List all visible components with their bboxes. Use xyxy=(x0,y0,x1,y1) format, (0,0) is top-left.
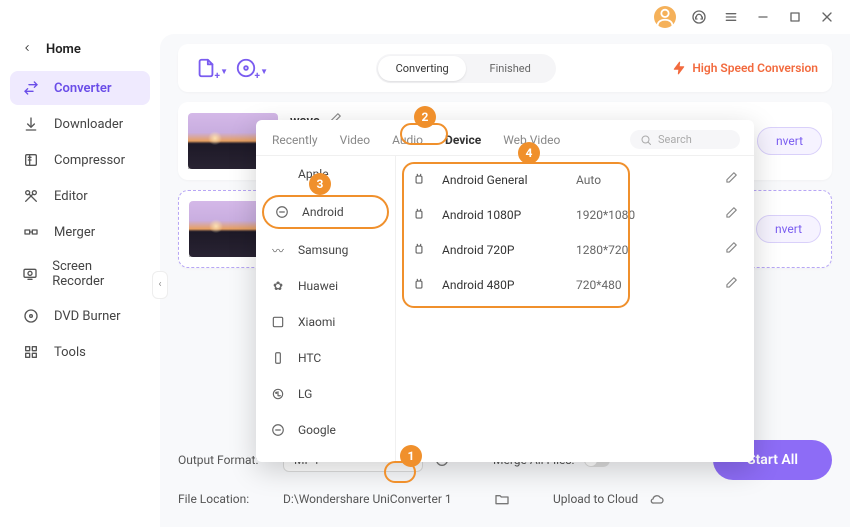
sidebar-item-label: Merger xyxy=(54,225,95,240)
step-3-badge: 3 xyxy=(309,173,331,195)
android-icon xyxy=(412,242,428,258)
back-label: Home xyxy=(46,42,81,57)
preset-row[interactable]: Android 720P 1280*720 xyxy=(400,232,750,267)
google-icon xyxy=(270,422,286,438)
editor-icon xyxy=(22,187,40,205)
android-icon xyxy=(412,207,428,223)
htc-icon xyxy=(270,350,286,366)
support-icon[interactable] xyxy=(690,8,708,26)
tools-icon xyxy=(22,343,40,361)
menu-icon[interactable] xyxy=(722,8,740,26)
search-placeholder: Search xyxy=(658,133,692,146)
tab-video[interactable]: Video xyxy=(338,131,373,149)
maximize-button[interactable] xyxy=(786,8,804,26)
recorder-icon xyxy=(22,265,38,283)
add-file-button[interactable]: +▼ xyxy=(192,54,220,82)
file-location-path[interactable] xyxy=(283,492,483,506)
lg-icon xyxy=(270,386,286,402)
file-location-label: File Location: xyxy=(178,492,273,506)
convert-button[interactable]: nvert xyxy=(756,215,821,243)
state-segmented: Converting Finished xyxy=(376,54,556,83)
sidebar-item-merger[interactable]: Merger xyxy=(10,215,150,249)
preset-row[interactable]: Android General Auto xyxy=(400,162,750,197)
dvd-icon xyxy=(22,307,40,325)
preset-row[interactable]: Android 480P 720*480 xyxy=(400,267,750,302)
add-disc-button[interactable]: +▼ xyxy=(232,54,260,82)
sidebar-item-downloader[interactable]: Downloader xyxy=(10,107,150,141)
sidebar-item-label: Compressor xyxy=(54,153,125,168)
seg-finished[interactable]: Finished xyxy=(466,56,554,81)
brand-lg[interactable]: LG xyxy=(256,376,395,412)
minimize-button[interactable] xyxy=(754,8,772,26)
merger-icon xyxy=(22,223,40,241)
sidebar-item-label: Downloader xyxy=(54,117,123,132)
step-1-badge: 1 xyxy=(400,445,422,467)
back-home[interactable]: Home xyxy=(10,34,150,65)
step-4-badge: 4 xyxy=(518,142,540,164)
compressor-icon xyxy=(22,151,40,169)
sidebar-item-label: DVD Burner xyxy=(54,309,121,324)
android-icon xyxy=(412,172,428,188)
chevron-left-icon xyxy=(22,42,32,57)
sidebar-item-tools[interactable]: Tools xyxy=(10,335,150,369)
sidebar-item-dvd-burner[interactable]: DVD Burner xyxy=(10,299,150,333)
sidebar-item-label: Tools xyxy=(54,345,86,360)
sidebar-item-converter[interactable]: Converter xyxy=(10,71,150,105)
sidebar-item-label: Editor xyxy=(54,189,88,204)
samsung-icon: 〰 xyxy=(270,242,286,258)
topbar: +▼ +▼ Converting Finished High Speed Con… xyxy=(178,44,832,92)
download-icon xyxy=(22,115,40,133)
close-button[interactable] xyxy=(818,8,836,26)
brand-samsung[interactable]: 〰Samsung xyxy=(256,232,395,268)
edit-preset-icon[interactable] xyxy=(724,206,738,223)
xiaomi-icon xyxy=(270,314,286,330)
converter-icon xyxy=(22,79,40,97)
high-speed-label: High Speed Conversion xyxy=(692,61,818,75)
tab-device[interactable]: Device xyxy=(443,131,483,149)
titlebar xyxy=(0,0,850,34)
android-icon xyxy=(274,204,290,220)
sidebar-item-label: Converter xyxy=(54,81,112,96)
tab-audio[interactable]: Audio xyxy=(390,131,425,149)
edit-preset-icon[interactable] xyxy=(724,241,738,258)
brand-android[interactable]: Android xyxy=(262,195,389,229)
format-search[interactable]: Search xyxy=(630,130,740,149)
sidebar-item-screen-recorder[interactable]: Screen Recorder xyxy=(10,251,150,297)
avatar[interactable] xyxy=(654,6,676,28)
sidebar-item-editor[interactable]: Editor xyxy=(10,179,150,213)
brand-list: Apple Android 〰Samsung ✿Huawei Xiaomi HT… xyxy=(256,156,396,462)
tab-recently[interactable]: Recently xyxy=(270,131,320,149)
apple-icon xyxy=(270,166,286,182)
format-tabs: Recently Video Audio Device Web Video Se… xyxy=(256,120,754,156)
upload-cloud-label: Upload to Cloud xyxy=(553,492,638,506)
huawei-icon: ✿ xyxy=(270,278,286,294)
preset-list: Android General Auto Android 1080P 1920*… xyxy=(396,156,754,462)
android-icon xyxy=(412,277,428,293)
folder-icon[interactable] xyxy=(493,490,511,508)
brand-huawei[interactable]: ✿Huawei xyxy=(256,268,395,304)
cloud-icon[interactable] xyxy=(648,490,666,508)
high-speed-conversion[interactable]: High Speed Conversion xyxy=(672,61,818,75)
format-panel: Recently Video Audio Device Web Video Se… xyxy=(256,120,754,462)
edit-preset-icon[interactable] xyxy=(724,276,738,293)
sidebar: Home Converter Downloader Compressor Edi… xyxy=(0,34,160,527)
preset-row[interactable]: Android 1080P 1920*1080 xyxy=(400,197,750,232)
edit-preset-icon[interactable] xyxy=(724,171,738,188)
sidebar-item-compressor[interactable]: Compressor xyxy=(10,143,150,177)
brand-xiaomi[interactable]: Xiaomi xyxy=(256,304,395,340)
convert-button[interactable]: nvert xyxy=(757,127,822,155)
step-2-badge: 2 xyxy=(414,106,436,128)
brand-htc[interactable]: HTC xyxy=(256,340,395,376)
seg-converting[interactable]: Converting xyxy=(378,56,466,81)
sidebar-item-label: Screen Recorder xyxy=(52,259,138,289)
collapse-sidebar-handle[interactable]: ‹ xyxy=(152,271,168,299)
brand-google[interactable]: Google xyxy=(256,412,395,448)
